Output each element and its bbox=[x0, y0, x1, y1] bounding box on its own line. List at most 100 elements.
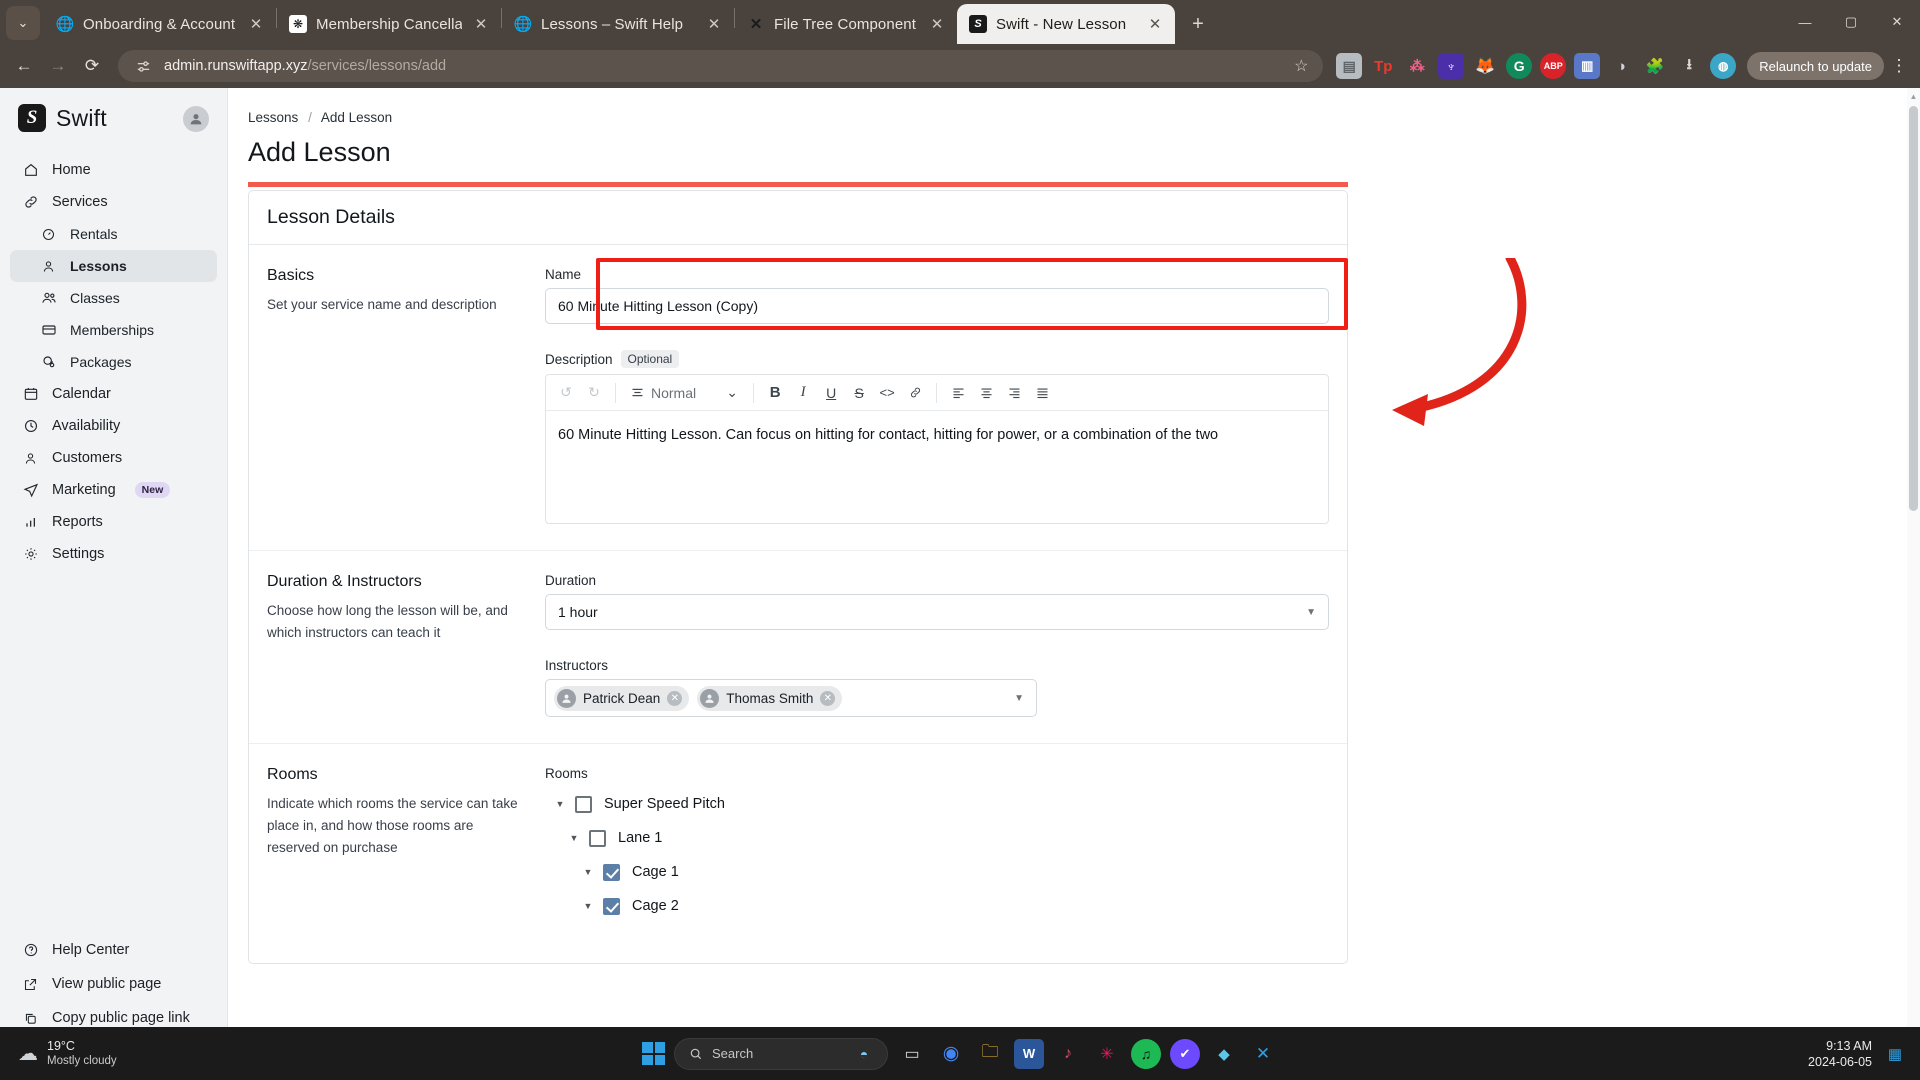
clock[interactable]: 9:13 AM 2024-06-05 bbox=[1808, 1038, 1872, 1070]
redo-icon[interactable]: ↻ bbox=[580, 379, 608, 407]
description-text[interactable]: 60 Minute Hitting Lesson. Can focus on h… bbox=[546, 411, 1328, 523]
taskbar-search[interactable]: Search ◓ bbox=[674, 1037, 888, 1070]
protonvpn-icon[interactable]: ✔ bbox=[1170, 1038, 1200, 1069]
maximize-button[interactable]: ▢ bbox=[1828, 0, 1874, 44]
slack-icon[interactable]: ✳ bbox=[1092, 1039, 1122, 1069]
scroll-up-arrow-icon[interactable]: ▲ bbox=[1909, 92, 1918, 101]
remove-icon[interactable]: ✕ bbox=[667, 690, 683, 706]
sidebar-item-help-center[interactable]: Help Center bbox=[10, 933, 218, 967]
metamask-extension-icon[interactable]: 🦊 bbox=[1472, 53, 1498, 79]
chevron-down-icon[interactable]: ▼ bbox=[1014, 693, 1028, 704]
close-icon[interactable]: ✕ bbox=[704, 14, 724, 34]
bookmark-manager-extension-icon[interactable]: ▥ bbox=[1574, 53, 1601, 79]
close-icon[interactable]: ✕ bbox=[246, 14, 266, 34]
strikethrough-button[interactable]: S bbox=[845, 379, 873, 407]
grammarly-extension-icon[interactable]: G bbox=[1506, 53, 1533, 79]
browser-tab-1[interactable]: 🌐 Onboarding & Account Setup – ✕ bbox=[44, 4, 276, 44]
duration-select[interactable]: 1 hour ▼ bbox=[545, 594, 1329, 630]
close-icon[interactable]: ✕ bbox=[927, 14, 947, 34]
instructor-chip[interactable]: Thomas Smith ✕ bbox=[697, 685, 843, 711]
taskview-icon[interactable]: ▭ bbox=[897, 1039, 927, 1069]
close-icon[interactable]: ✕ bbox=[471, 14, 491, 34]
close-icon[interactable]: ✕ bbox=[1145, 14, 1165, 34]
reload-button[interactable]: ⟳ bbox=[76, 50, 108, 82]
browser-tab-3[interactable]: 🌐 Lessons – Swift Help ✕ bbox=[502, 4, 734, 44]
relaunch-to-update-button[interactable]: Relaunch to update bbox=[1747, 52, 1884, 80]
format-value[interactable]: Normal bbox=[651, 385, 696, 401]
link-icon[interactable] bbox=[901, 379, 929, 407]
chevron-down-icon[interactable]: ▼ bbox=[565, 833, 583, 843]
sidebar-item-calendar[interactable]: Calendar bbox=[10, 378, 217, 410]
download-icon[interactable]: ⭳ bbox=[1676, 53, 1702, 79]
spotify-icon[interactable]: ♫ bbox=[1131, 1038, 1161, 1069]
action-center-icon[interactable]: ▦ bbox=[1884, 1043, 1906, 1065]
pink-extension-icon[interactable]: ⁂ bbox=[1404, 53, 1430, 79]
paragraph-format-icon[interactable] bbox=[623, 379, 651, 407]
address-bar[interactable]: admin.runswiftapp.xyz/services/lessons/a… bbox=[118, 50, 1324, 82]
italic-button[interactable]: I bbox=[789, 379, 817, 407]
instructor-chip[interactable]: Patrick Dean ✕ bbox=[554, 685, 690, 711]
tab-search-button[interactable]: ⌄ bbox=[6, 6, 40, 40]
sidebar-item-marketing[interactable]: Marketing New bbox=[10, 474, 217, 506]
align-center-icon[interactable] bbox=[972, 379, 1000, 407]
new-tab-button[interactable]: + bbox=[1183, 9, 1213, 39]
page-scrollbar[interactable]: ▲ ▼ bbox=[1907, 88, 1920, 1053]
sidebar-item-lessons[interactable]: Lessons bbox=[10, 250, 217, 282]
sidebar-item-memberships[interactable]: Memberships bbox=[10, 314, 217, 346]
adblock-extension-icon[interactable]: ABP bbox=[1540, 53, 1567, 79]
sidebar-item-rentals[interactable]: Rentals bbox=[10, 218, 217, 250]
room-checkbox[interactable] bbox=[603, 897, 620, 915]
align-justify-icon[interactable] bbox=[1028, 379, 1056, 407]
scrollbar-thumb[interactable] bbox=[1909, 106, 1918, 511]
description-editor[interactable]: ↺ ↻ Normal ⌄ B I U S <> 60 Minute Hittin… bbox=[545, 374, 1329, 524]
code-button[interactable]: <> bbox=[873, 379, 901, 407]
room-tree-row[interactable]: ▼ Cage 2 bbox=[545, 889, 1329, 923]
bold-button[interactable]: B bbox=[761, 379, 789, 407]
chevron-down-icon[interactable]: ▼ bbox=[579, 867, 597, 877]
sidebar-item-home[interactable]: Home bbox=[10, 154, 217, 186]
weather-widget[interactable]: ☁ 19°C Mostly cloudy bbox=[0, 1039, 230, 1069]
gitkraken-icon[interactable]: ◆ bbox=[1209, 1039, 1239, 1069]
sidebar-item-reports[interactable]: Reports bbox=[10, 506, 217, 538]
chevron-down-icon[interactable]: ▼ bbox=[579, 901, 597, 911]
room-tree-row[interactable]: ▼ Cage 1 bbox=[545, 855, 1329, 889]
back-button[interactable]: ← bbox=[8, 50, 40, 82]
chevron-down-icon[interactable]: ⌄ bbox=[718, 379, 746, 407]
sidebar-extension-icon[interactable]: ▤ bbox=[1336, 53, 1363, 79]
align-left-icon[interactable] bbox=[944, 379, 972, 407]
file-explorer-icon[interactable]: 🗀 bbox=[975, 1039, 1005, 1069]
chrome-icon[interactable]: ◉ bbox=[936, 1039, 966, 1069]
sidebar-item-availability[interactable]: Availability bbox=[10, 410, 217, 442]
vscode-icon[interactable]: ✕ bbox=[1248, 1039, 1278, 1069]
room-tree-row[interactable]: ▼ Lane 1 bbox=[545, 821, 1329, 855]
minimize-button[interactable]: — bbox=[1782, 0, 1828, 44]
room-checkbox[interactable] bbox=[603, 863, 620, 881]
profile-icon[interactable]: ◍ bbox=[1710, 53, 1737, 79]
music-icon[interactable]: ♪ bbox=[1053, 1039, 1083, 1069]
browser-tab-4[interactable]: ✕ File Tree Component – Nextra ✕ bbox=[735, 4, 957, 44]
chevron-down-icon[interactable]: ▼ bbox=[551, 799, 569, 809]
name-input[interactable]: 60 Minute Hitting Lesson (Copy) bbox=[545, 288, 1329, 324]
align-right-icon[interactable] bbox=[1000, 379, 1028, 407]
instructors-select[interactable]: Patrick Dean ✕ Thomas Smith ✕ ▼ bbox=[545, 679, 1037, 717]
account-avatar-icon[interactable] bbox=[183, 106, 209, 132]
browser-tab-2[interactable]: ❋ Membership Cancellation Instru ✕ bbox=[277, 4, 501, 44]
star-icon[interactable]: ☆ bbox=[1287, 52, 1315, 80]
extensions-puzzle-icon[interactable]: 🧩 bbox=[1642, 53, 1668, 79]
windows-start-icon[interactable] bbox=[642, 1042, 665, 1065]
remove-icon[interactable]: ✕ bbox=[820, 690, 836, 706]
word-icon[interactable]: W bbox=[1014, 1038, 1044, 1069]
browser-menu-button[interactable]: ⋮ bbox=[1886, 51, 1912, 81]
room-tree-row[interactable]: ▼ Super Speed Pitch bbox=[545, 787, 1329, 821]
copilot-icon[interactable]: ◓ bbox=[849, 1039, 879, 1069]
sidebar-item-packages[interactable]: Packages bbox=[10, 346, 217, 378]
wallet-extension-icon[interactable]: ♆ bbox=[1438, 53, 1465, 79]
toolpad-extension-icon[interactable]: Tp bbox=[1370, 53, 1396, 79]
sidebar-item-services[interactable]: Services bbox=[10, 186, 217, 218]
sidebar-item-settings[interactable]: Settings bbox=[10, 538, 217, 570]
privacy-extension-icon[interactable]: ◑ bbox=[1608, 53, 1634, 79]
room-checkbox[interactable] bbox=[589, 829, 606, 847]
sidebar-item-classes[interactable]: Classes bbox=[10, 282, 217, 314]
browser-tab-5-active[interactable]: S Swift - New Lesson ✕ bbox=[957, 4, 1175, 44]
close-window-button[interactable]: ✕ bbox=[1874, 0, 1920, 44]
